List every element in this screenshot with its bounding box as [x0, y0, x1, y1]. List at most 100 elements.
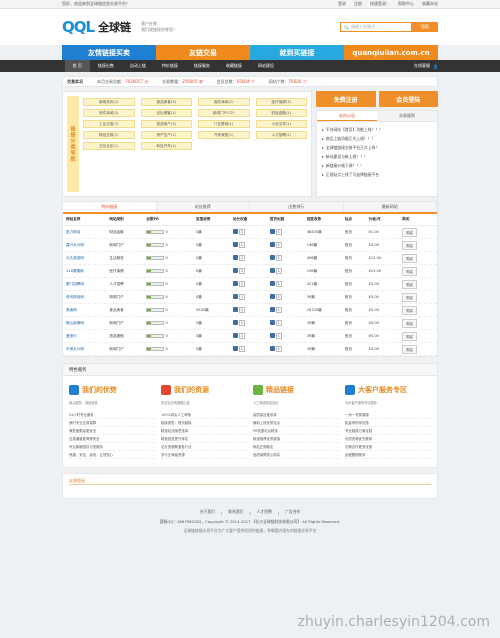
- nav-item-3[interactable]: 特价链接: [154, 60, 186, 72]
- category-item[interactable]: 新闻资讯(2): [83, 98, 135, 106]
- category-item[interactable]: 论坛博客(1): [140, 109, 192, 117]
- category-item[interactable]: 医疗保健(3): [255, 98, 307, 106]
- nav-item-4[interactable]: 链接服务: [186, 60, 218, 72]
- category-item[interactable]: 房产生产(1): [140, 131, 192, 139]
- weight-icon: [232, 268, 238, 274]
- site-category: 财经金融: [106, 225, 144, 239]
- register-button[interactable]: 免费注册: [316, 91, 376, 107]
- banner-1[interactable]: 友情链接买卖: [62, 45, 156, 60]
- baidu-included-2: 39篇: [303, 342, 342, 356]
- category-item[interactable]: IT互联网(1): [198, 120, 250, 128]
- buy-button[interactable]: 购买: [402, 227, 418, 237]
- notice-item[interactable]: ▸ 新链接价格下调！！！: [322, 161, 432, 170]
- buy-button[interactable]: 购买: [402, 318, 418, 328]
- service-icon: [345, 385, 355, 395]
- buy-button[interactable]: 购买: [402, 292, 418, 302]
- friend-links-panel: 友情链接: [62, 473, 438, 499]
- category-item[interactable]: 工业交易(7): [83, 120, 135, 128]
- category-item[interactable]: 财经交易(1): [83, 131, 135, 139]
- buy-button[interactable]: 购买: [402, 240, 418, 250]
- google-pr: 0: [143, 251, 194, 265]
- buy-button[interactable]: 购买: [402, 344, 418, 354]
- price: ¥3.00: [365, 316, 400, 330]
- category-item[interactable]: 小说文学(1): [255, 120, 307, 128]
- category-item[interactable]: 软件商城(3): [83, 109, 135, 117]
- site-name-link[interactable]: 厦门招聘网: [66, 282, 84, 286]
- notice-item[interactable]: ▸ 新站建设与新上线！！！: [322, 152, 432, 161]
- table-header-cell: 站点: [341, 214, 366, 226]
- register-link[interactable]: 注册: [354, 1, 362, 7]
- nav-item-1[interactable]: 链接出售: [90, 60, 122, 72]
- site-name-link[interactable]: 318健康网: [66, 269, 84, 273]
- service-item: 100%真实人工审核: [161, 411, 247, 419]
- site-name-link[interactable]: 东莞大众网: [66, 347, 84, 351]
- table-row: 318健康网 医疗保健 0 0篇 1 1 156篇 首页 ¥12.00 购买: [63, 264, 437, 278]
- search-input[interactable]: 🔍 请输入关键词: [340, 22, 412, 32]
- category-item[interactable]: 人才招聘(2): [255, 131, 307, 139]
- tab-site-notice[interactable]: 站内公告: [317, 111, 377, 121]
- notice-item[interactable]: ▸ 正规站点上线了可选择链接平台: [322, 170, 432, 179]
- notice-item[interactable]: ▸ 商品上链功能正式上线！！！: [322, 134, 432, 143]
- search-button[interactable]: 搜索: [412, 22, 438, 32]
- notice-item[interactable]: ▸ 平台网站【首页】功能上线！！！: [322, 125, 432, 134]
- table-header-cell: 首页出链: [266, 214, 304, 226]
- buy-button[interactable]: 购买: [402, 305, 418, 315]
- site-name-link[interactable]: 资讯财经网: [66, 295, 84, 299]
- site-name-link[interactable]: 嘉兴大众网: [66, 243, 84, 247]
- member-login-button[interactable]: 会员登陆: [378, 91, 438, 107]
- help-link[interactable]: 帮助中心: [398, 1, 414, 7]
- category-item[interactable]: 财经金融(1): [255, 109, 307, 117]
- buy-button[interactable]: 购买: [402, 253, 418, 263]
- footer-link[interactable]: 人才招聘: [257, 509, 272, 515]
- buy-button[interactable]: 购买: [402, 331, 418, 341]
- outlink-icon: [269, 346, 275, 352]
- online-service[interactable]: 在线客服 👤: [414, 63, 438, 69]
- nav-item-0[interactable]: 首 页: [64, 60, 90, 72]
- table-tab-2[interactable]: 出售排行: [250, 202, 344, 212]
- logo[interactable]: QQL 全球链 客户在哪 我们就链接到哪里！: [62, 18, 177, 36]
- quick-login-label[interactable]: 快速登录：: [370, 1, 390, 7]
- nav-item-2[interactable]: 自动上链: [122, 60, 154, 72]
- nav-item-5[interactable]: 收藏链接: [218, 60, 250, 72]
- notice-text: 全球链链接交易平台正式上线！: [325, 144, 380, 150]
- category-item[interactable]: 交友社区(1): [83, 142, 135, 150]
- table-tab-1[interactable]: 站长推荐: [156, 202, 250, 212]
- site-name-link[interactable]: 爱旅行: [66, 334, 77, 338]
- table-header-cell: 百度收录: [193, 214, 230, 226]
- service-column: 精品链接 人工筛选精品站点 高质量百度收录 最新上线优质站点 PR权重站点精选 精选推荐优…: [253, 382, 339, 459]
- site-name-link[interactable]: 久久旅游网: [66, 256, 84, 260]
- category-item[interactable]: 汽车家居(1): [198, 131, 250, 139]
- footer-link[interactable]: 联系我们: [228, 509, 243, 515]
- login-link[interactable]: 登录: [338, 1, 346, 7]
- baidu-included-2: 18700篇: [303, 303, 342, 317]
- nav-item-6[interactable]: 网站建设: [250, 60, 282, 72]
- category-item[interactable]: 旅游房产(3): [140, 120, 192, 128]
- banner-2[interactable]: 友链交易: [156, 45, 250, 60]
- favorite-link[interactable]: 收藏本站: [422, 1, 438, 7]
- stat-month-total: 本月交易总额：7636057 元: [97, 78, 149, 84]
- banner-3[interactable]: 就到买链接: [250, 45, 344, 60]
- notice-item[interactable]: ▸ 全球链链接交易平台正式上线！: [322, 143, 432, 152]
- category-item[interactable]: 娱乐休闲(2): [198, 98, 250, 106]
- link-position: 首页: [341, 329, 366, 343]
- table-tab-0[interactable]: 特价链接: [63, 202, 157, 212]
- site-name-link[interactable]: 张力财经: [66, 230, 80, 234]
- banner-4[interactable]: quanqiulian.com.cn: [344, 45, 438, 60]
- footer-note: 全球链链接交易平台为广大客户提供优质的链接，争做国内领先的链接交易平台: [183, 528, 317, 533]
- tab-trade-rules[interactable]: 交易规则: [377, 111, 437, 121]
- category-item[interactable]: 新闻门户(72): [198, 109, 250, 117]
- buy-button[interactable]: 购买: [402, 279, 418, 289]
- site-name-link[interactable]: 美食网: [66, 308, 77, 312]
- logo-mark: QQL: [62, 18, 95, 36]
- service-item: 24小时专业服务: [69, 411, 155, 419]
- footer-link[interactable]: 关于我们: [200, 509, 215, 515]
- category-item[interactable]: 食品美食(3): [140, 98, 192, 106]
- buy-button[interactable]: 购买: [402, 266, 418, 276]
- service-item: 满意度更高更安全: [69, 427, 155, 435]
- site-name-link[interactable]: 佛山新闻网: [66, 321, 84, 325]
- table-tab-3[interactable]: 最新网站: [343, 202, 437, 212]
- baidu-included-2: 156篇: [303, 264, 342, 278]
- footer-link[interactable]: 广告合作: [285, 509, 300, 515]
- category-item[interactable]: 科技汽车(1): [140, 142, 192, 150]
- footer-separator: |: [249, 509, 251, 515]
